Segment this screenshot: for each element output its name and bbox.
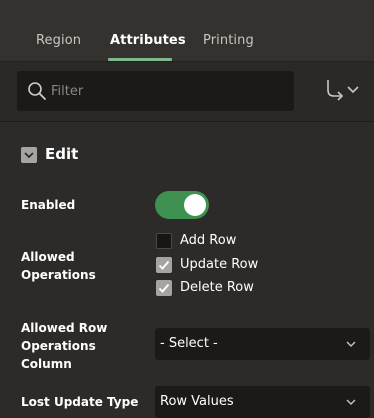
collapse-icon[interactable]	[21, 147, 37, 163]
toggle-knob	[184, 194, 206, 216]
search-icon	[28, 82, 46, 100]
go-to-group-icon[interactable]	[325, 78, 365, 102]
update-row-label[interactable]: Update Row	[180, 257, 258, 272]
lost-update-type-select[interactable]: Row Values	[155, 386, 370, 418]
tab-bar: Region Attributes Printing	[0, 0, 374, 62]
tab-printing[interactable]: Printing	[203, 33, 254, 48]
delete-row-checkbox[interactable]	[156, 280, 172, 296]
add-row-checkbox[interactable]	[156, 233, 172, 249]
chevron-down-icon	[346, 399, 356, 405]
update-row-checkbox[interactable]	[156, 257, 172, 273]
section-title: Edit	[45, 145, 79, 163]
lost-update-type-label: Lost Update Type	[21, 395, 139, 409]
allowed-row-operations-column-label: Allowed Row Operations Column	[21, 321, 108, 371]
enabled-toggle[interactable]	[155, 191, 209, 219]
active-tab-indicator	[108, 58, 172, 61]
allowed-row-operations-column-select[interactable]: - Select -	[155, 328, 370, 360]
enabled-label: Enabled	[21, 198, 76, 212]
search-box	[17, 71, 294, 111]
allowed-operations-label: Allowed Operations	[21, 250, 96, 282]
delete-row-label[interactable]: Delete Row	[180, 280, 254, 295]
select-value: - Select -	[160, 336, 218, 351]
select-value: Row Values	[160, 394, 234, 409]
tab-attributes[interactable]: Attributes	[110, 33, 186, 48]
add-row-label[interactable]: Add Row	[180, 233, 236, 248]
tab-region[interactable]: Region	[36, 33, 81, 48]
chevron-down-icon	[346, 341, 356, 347]
property-toolbar	[0, 62, 374, 122]
search-input[interactable]	[51, 71, 286, 111]
